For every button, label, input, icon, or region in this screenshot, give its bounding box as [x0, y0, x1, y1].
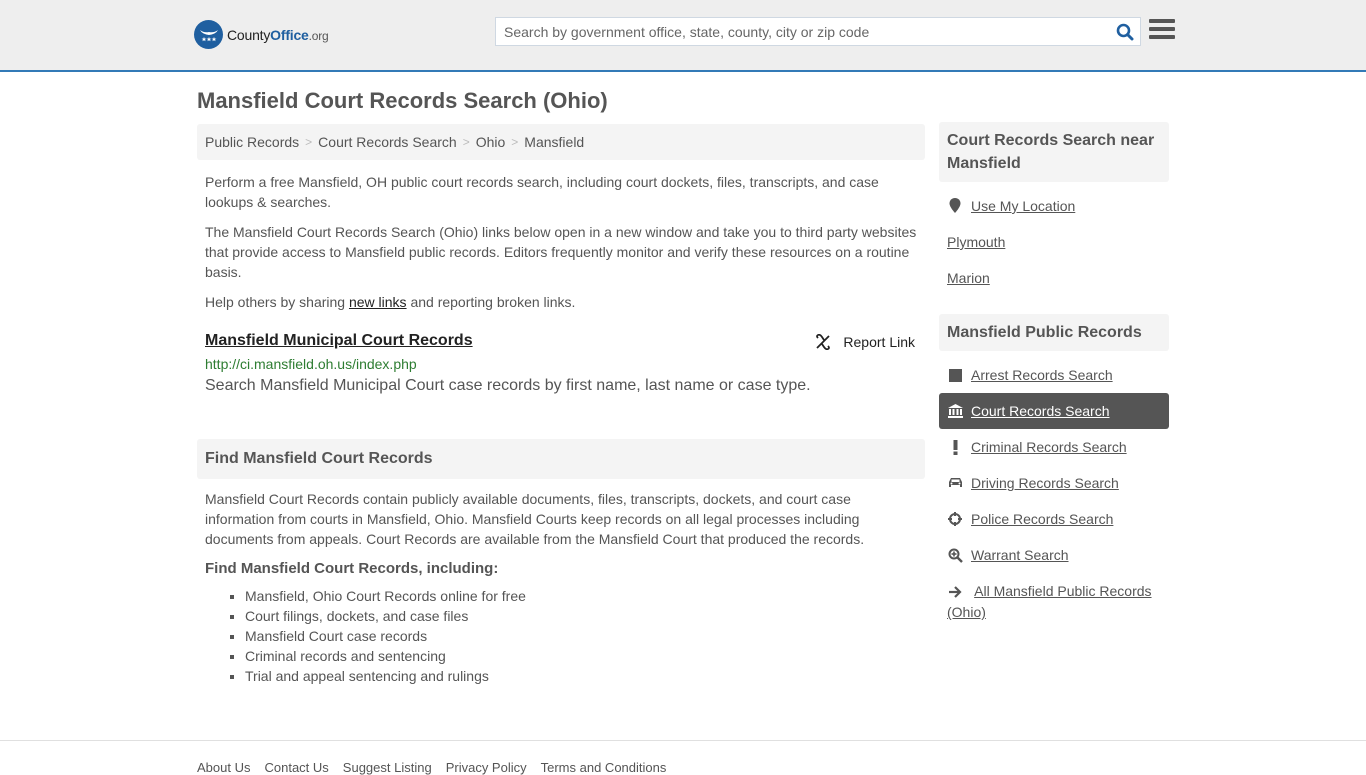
nearby-heading: Court Records Search near Mansfield — [939, 122, 1169, 182]
sidebar-item-arrest-records[interactable]: Arrest Records Search — [939, 357, 1169, 393]
sidebar-item-criminal-records[interactable]: Criminal Records Search — [939, 429, 1169, 465]
find-section-paragraph: Mansfield Court Records contain publicly… — [205, 491, 865, 547]
find-section-list: Mansfield, Ohio Court Records online for… — [205, 586, 917, 686]
sidebar: Court Records Search near Mansfield Use … — [939, 122, 1169, 630]
logo-text: CountyOffice.org — [227, 26, 329, 43]
find-section-heading: Find Mansfield Court Records — [197, 439, 925, 479]
sidebar-item-label[interactable]: Driving Records Search — [971, 473, 1119, 493]
search-box — [495, 17, 1141, 46]
search-icon — [1116, 23, 1134, 40]
exclamation-icon — [947, 437, 963, 457]
resource-title-link[interactable]: Mansfield Municipal Court Records — [205, 332, 473, 350]
nearby-place-plymouth[interactable]: Plymouth — [947, 232, 1005, 252]
broken-link-icon — [816, 334, 831, 350]
intro: Perform a free Mansfield, OH public cour… — [197, 172, 925, 312]
map-marker-icon — [947, 196, 963, 216]
new-links-link[interactable]: new links — [349, 294, 407, 310]
page-title: Mansfield Court Records Search (Ohio) — [197, 88, 608, 113]
nearby-place-marion[interactable]: Marion — [947, 268, 990, 288]
find-section-body: Mansfield Court Records contain publicly… — [197, 489, 925, 686]
intro-paragraph-3: Help others by sharing new links and rep… — [205, 294, 576, 310]
breadcrumb-separator: > — [305, 135, 313, 149]
intro-paragraph-1: Perform a free Mansfield, OH public cour… — [205, 174, 879, 210]
list-item: Trial and appeal sentencing and rulings — [245, 666, 917, 686]
sidebar-item-court-records[interactable]: Court Records Search — [939, 393, 1169, 429]
sidebar-item-warrant-search[interactable]: Warrant Search — [939, 537, 1169, 573]
logo-eagle-icon — [194, 20, 223, 49]
sidebar-item-label[interactable]: All Mansfield Public Records (Ohio) — [947, 583, 1152, 620]
resource-description: Search Mansfield Municipal Court case re… — [205, 377, 811, 394]
breadcrumb-public-records[interactable]: Public Records — [205, 134, 299, 150]
public-records-list: Arrest Records Search Court Records Sear… — [939, 357, 1169, 630]
breadcrumb-ohio[interactable]: Ohio — [476, 134, 506, 150]
main-content: Public Records > Court Records Search > … — [197, 124, 925, 686]
sidebar-item-label[interactable]: Court Records Search — [971, 401, 1110, 421]
resource-url[interactable]: http://ci.mansfield.oh.us/index.php — [205, 356, 917, 372]
nearby-place-item[interactable]: Plymouth — [939, 224, 1169, 260]
crosshairs-icon — [947, 509, 963, 529]
search-button[interactable] — [1110, 18, 1140, 45]
nearby-list: Use My Location Plymouth Marion — [939, 188, 1169, 296]
intro-paragraph-2: The Mansfield Court Records Search (Ohio… — [205, 224, 917, 280]
breadcrumb-court-records-search[interactable]: Court Records Search — [318, 134, 457, 150]
breadcrumb-mansfield[interactable]: Mansfield — [524, 134, 584, 150]
site-logo[interactable]: CountyOffice.org — [194, 20, 329, 49]
search-input[interactable] — [496, 18, 1110, 45]
sidebar-item-label[interactable]: Police Records Search — [971, 509, 1113, 529]
arrow-right-icon — [947, 582, 963, 602]
hamburger-menu-icon[interactable] — [1149, 19, 1175, 43]
breadcrumb: Public Records > Court Records Search > … — [197, 124, 925, 160]
site-header: CountyOffice.org — [0, 0, 1366, 72]
search-plus-icon — [947, 545, 963, 565]
use-my-location-link[interactable]: Use My Location — [971, 196, 1075, 216]
list-item: Mansfield, Ohio Court Records online for… — [245, 586, 917, 606]
nearby-place-item[interactable]: Marion — [939, 260, 1169, 296]
sidebar-item-label[interactable]: Arrest Records Search — [971, 365, 1113, 385]
breadcrumb-separator: > — [511, 135, 519, 149]
sidebar-item-all-public-records[interactable]: All Mansfield Public Records (Ohio) — [939, 573, 1169, 630]
list-item: Criminal records and sentencing — [245, 646, 917, 666]
use-my-location-item[interactable]: Use My Location — [939, 188, 1169, 224]
breadcrumb-separator: > — [462, 135, 470, 149]
sidebar-item-police-records[interactable]: Police Records Search — [939, 501, 1169, 537]
resource-item: Mansfield Municipal Court Records Report… — [197, 332, 925, 395]
footer-divider — [0, 740, 1366, 741]
report-link-button[interactable]: Report Link — [815, 334, 915, 350]
square-icon — [947, 365, 963, 385]
sidebar-item-label[interactable]: Criminal Records Search — [971, 437, 1127, 457]
car-icon — [947, 473, 963, 493]
list-item: Mansfield Court case records — [245, 626, 917, 646]
public-records-heading: Mansfield Public Records — [939, 314, 1169, 351]
sidebar-item-driving-records[interactable]: Driving Records Search — [939, 465, 1169, 501]
courthouse-icon — [947, 401, 963, 421]
find-section-subheading: Find Mansfield Court Records, including: — [205, 560, 499, 577]
list-item: Court filings, dockets, and case files — [245, 606, 917, 626]
sidebar-item-label[interactable]: Warrant Search — [971, 545, 1069, 565]
